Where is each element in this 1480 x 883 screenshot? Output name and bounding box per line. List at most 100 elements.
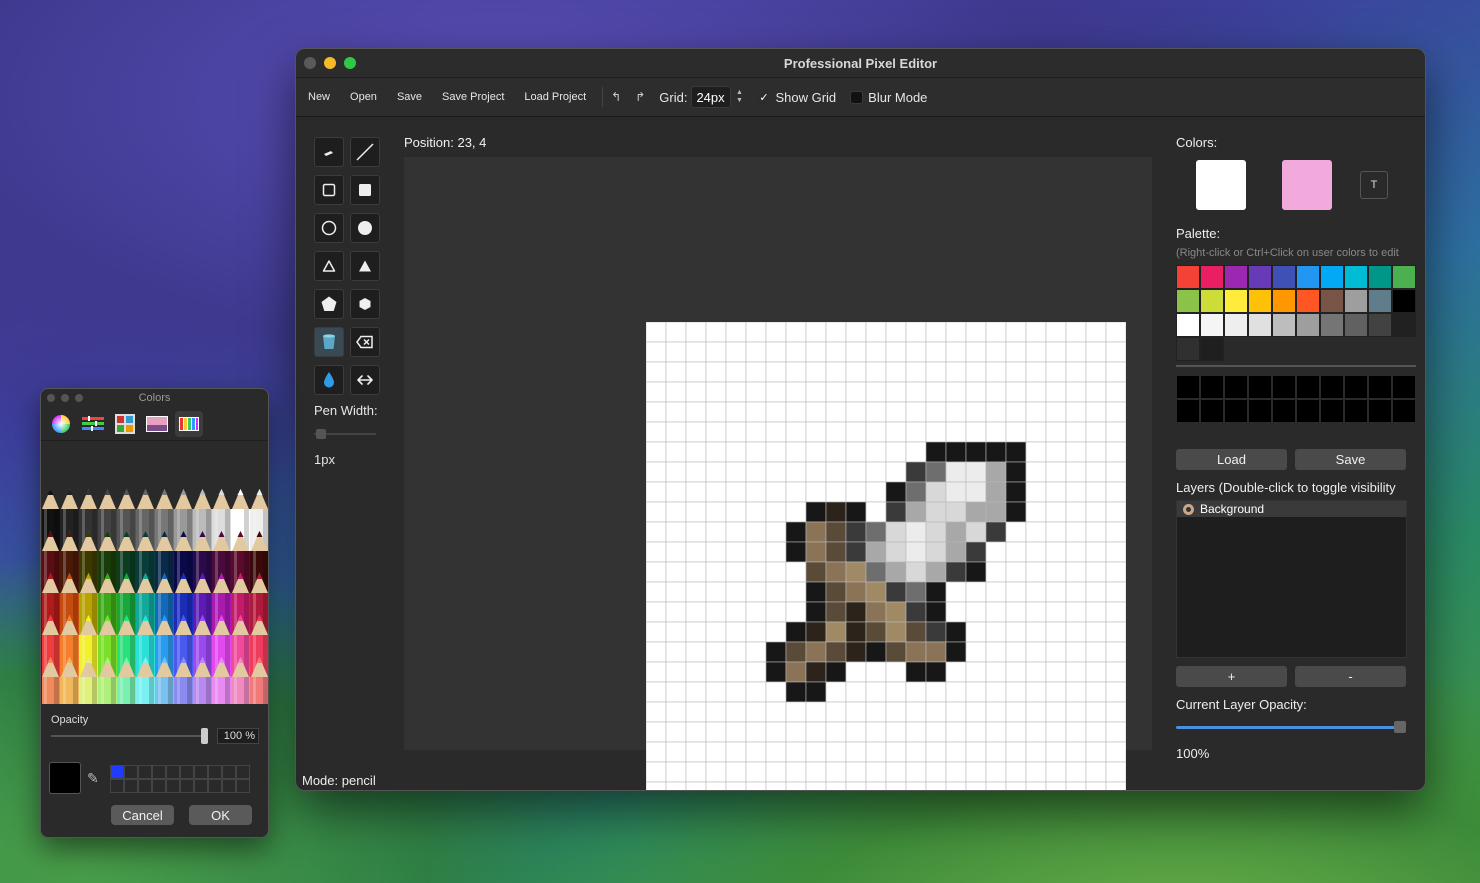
pixel-cell[interactable] <box>945 681 967 703</box>
pixel-cell[interactable] <box>1085 481 1107 503</box>
pixel-cell[interactable] <box>1085 701 1107 723</box>
pencil-color-picker[interactable] <box>42 489 269 704</box>
pixel-cell[interactable] <box>805 461 827 483</box>
palette-swatch[interactable] <box>1320 265 1344 289</box>
pixel-cell[interactable] <box>1025 621 1047 643</box>
pixel-cell[interactable] <box>985 721 1007 743</box>
pixel-cell[interactable] <box>1045 381 1067 403</box>
pixel-cell[interactable] <box>945 421 967 443</box>
pixel-cell[interactable] <box>1005 781 1027 791</box>
pixel-cell[interactable] <box>805 401 827 423</box>
pixel-cell[interactable] <box>865 761 887 783</box>
pixel-cell[interactable] <box>985 641 1007 663</box>
pixel-cell[interactable] <box>785 641 807 663</box>
pixel-cell[interactable] <box>725 761 747 783</box>
pixel-cell[interactable] <box>945 701 967 723</box>
pixel-cell[interactable] <box>885 501 907 523</box>
pixel-cell[interactable] <box>785 561 807 583</box>
pixel-cell[interactable] <box>905 701 927 723</box>
transparent-button[interactable]: T <box>1360 171 1388 199</box>
pixel-cell[interactable] <box>705 601 727 623</box>
custom-color-swatch[interactable] <box>194 765 208 779</box>
pixel-cell[interactable] <box>1085 421 1107 443</box>
custom-color-swatch[interactable] <box>152 779 166 793</box>
pixel-cell[interactable] <box>925 621 947 643</box>
color-sliders-icon[interactable] <box>79 411 107 437</box>
pixel-cell[interactable] <box>745 501 767 523</box>
palette-swatch[interactable] <box>1272 313 1296 337</box>
pixel-cell[interactable] <box>965 461 987 483</box>
pixel-cell[interactable] <box>885 341 907 363</box>
pixel-cell[interactable] <box>765 761 787 783</box>
pixel-cell[interactable] <box>865 441 887 463</box>
pixel-cell[interactable] <box>725 541 747 563</box>
pixel-cell[interactable] <box>1005 561 1027 583</box>
pixel-cell[interactable] <box>825 641 847 663</box>
pixel-cell[interactable] <box>745 781 767 791</box>
pixel-cell[interactable] <box>685 781 707 791</box>
pixel-cell[interactable] <box>745 681 767 703</box>
pixel-cell[interactable] <box>1085 381 1107 403</box>
pixel-cell[interactable] <box>1085 501 1107 523</box>
pixel-cell[interactable] <box>865 661 887 683</box>
pixel-cell[interactable] <box>965 521 987 543</box>
pixel-cell[interactable] <box>825 501 847 523</box>
pixel-cell[interactable] <box>1085 341 1107 363</box>
pixel-cell[interactable] <box>685 601 707 623</box>
pixel-cell[interactable] <box>985 441 1007 463</box>
pixel-cell[interactable] <box>665 401 687 423</box>
pixel-cell[interactable] <box>785 601 807 623</box>
pixel-cell[interactable] <box>1025 341 1047 363</box>
pixel-cell[interactable] <box>1025 681 1047 703</box>
pixel-cell[interactable] <box>1025 421 1047 443</box>
pixel-cell[interactable] <box>985 421 1007 443</box>
pixel-cell[interactable] <box>685 441 707 463</box>
pixel-cell[interactable] <box>1065 721 1087 743</box>
pixel-cell[interactable] <box>745 541 767 563</box>
pixel-cell[interactable] <box>725 721 747 743</box>
pixel-cell[interactable] <box>1005 761 1027 783</box>
pixel-cell[interactable] <box>945 341 967 363</box>
palette-swatch[interactable] <box>1392 289 1416 313</box>
eyedropper-drop-icon[interactable] <box>314 365 344 395</box>
pixel-cell[interactable] <box>1045 561 1067 583</box>
pixel-cell[interactable] <box>825 401 847 423</box>
palette-swatch[interactable] <box>1176 313 1200 337</box>
pixel-cell[interactable] <box>1105 341 1126 363</box>
pixel-cell[interactable] <box>985 561 1007 583</box>
pixel-cell[interactable] <box>665 521 687 543</box>
pixel-cell[interactable] <box>1025 641 1047 663</box>
line-icon[interactable] <box>350 137 380 167</box>
pixel-cell[interactable] <box>945 741 967 763</box>
pixel-cell[interactable] <box>905 741 927 763</box>
pixel-cell[interactable] <box>965 661 987 683</box>
pixel-cell[interactable] <box>905 721 927 743</box>
pixel-cell[interactable] <box>845 322 867 343</box>
pixel-cell[interactable] <box>825 621 847 643</box>
minimize-window-button[interactable] <box>324 57 336 69</box>
pixel-cell[interactable] <box>825 341 847 363</box>
pixel-cell[interactable] <box>665 661 687 683</box>
pixel-cell[interactable] <box>985 701 1007 723</box>
pixel-cell[interactable] <box>685 641 707 663</box>
pixel-cell[interactable] <box>765 781 787 791</box>
pixel-cell[interactable] <box>905 601 927 623</box>
layer-item-background[interactable]: Background <box>1177 501 1406 517</box>
pixel-cell[interactable] <box>665 601 687 623</box>
pixel-cell[interactable] <box>646 521 667 543</box>
pixel-cell[interactable] <box>725 741 747 763</box>
pixel-cell[interactable] <box>1025 761 1047 783</box>
pixel-cell[interactable] <box>845 441 867 463</box>
pixel-cell[interactable] <box>1005 581 1027 603</box>
pixel-cell[interactable] <box>905 681 927 703</box>
pixel-cell[interactable] <box>865 701 887 723</box>
pixel-cell[interactable] <box>885 741 907 763</box>
pixel-cell[interactable] <box>1105 781 1126 791</box>
ok-button[interactable]: OK <box>189 805 252 825</box>
custom-color-swatch[interactable] <box>194 779 208 793</box>
pixel-cell[interactable] <box>785 781 807 791</box>
pixel-cell[interactable] <box>1085 441 1107 463</box>
pixel-cell[interactable] <box>745 441 767 463</box>
pixel-cell[interactable] <box>646 501 667 523</box>
custom-color-swatch[interactable] <box>222 779 236 793</box>
